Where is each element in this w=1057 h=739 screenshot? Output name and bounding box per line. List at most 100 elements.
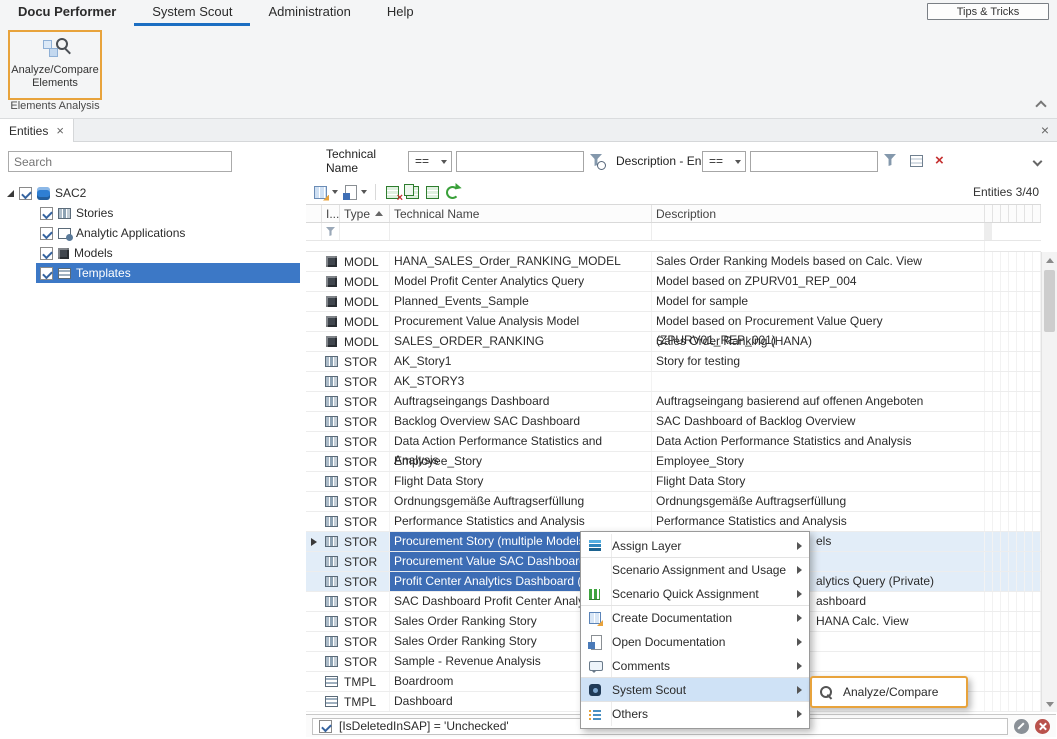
checkbox[interactable] bbox=[19, 187, 32, 200]
analyze-compare-menu-item[interactable]: Analyze/Compare bbox=[812, 680, 966, 704]
search-input[interactable] bbox=[8, 151, 232, 172]
checkbox[interactable] bbox=[40, 207, 53, 220]
empty-columns-cell bbox=[985, 392, 1041, 411]
vertical-scrollbar[interactable] bbox=[1041, 252, 1057, 712]
table-row[interactable]: STOR Flight Data Story Flight Data Story bbox=[306, 472, 1041, 492]
technical-name-cell[interactable]: HANA_SALES_Order_RANKING_MODEL bbox=[390, 252, 652, 271]
menu-help[interactable]: Help bbox=[369, 0, 432, 26]
technical-name-cell[interactable]: Auftragseingangs Dashboard bbox=[390, 392, 652, 411]
column-header-technical-name[interactable]: Technical Name bbox=[390, 205, 652, 222]
technical-name-filter-input[interactable] bbox=[456, 151, 584, 172]
submenu-arrow-icon bbox=[797, 638, 802, 646]
technical-name-cell[interactable]: Planned_Events_Sample bbox=[390, 292, 652, 311]
menu-administration[interactable]: Administration bbox=[250, 0, 368, 26]
checkbox[interactable] bbox=[40, 267, 53, 280]
edit-view-icon[interactable] bbox=[312, 184, 329, 201]
menu-docu-performer[interactable]: Docu Performer bbox=[0, 0, 134, 26]
apply-filter-icon[interactable] bbox=[884, 154, 898, 168]
technical-name-cell[interactable]: Ordnungsgemäße Auftragserfüllung bbox=[390, 492, 652, 511]
tree-item[interactable]: Models bbox=[0, 243, 300, 263]
tab-close-icon[interactable] bbox=[56, 123, 64, 138]
checkbox[interactable] bbox=[40, 247, 53, 260]
edit-filter-icon[interactable] bbox=[1014, 719, 1029, 734]
clear-filter-icon[interactable] bbox=[935, 154, 949, 168]
technical-name-cell[interactable]: Procurement Value Analysis Model bbox=[390, 312, 652, 331]
tree-item[interactable]: Templates bbox=[0, 263, 300, 283]
submenu-item-label: Analyze/Compare bbox=[843, 685, 938, 699]
technical-name-cell[interactable]: Performance Statistics and Analysis bbox=[390, 512, 652, 531]
chevron-down-icon[interactable] bbox=[332, 190, 338, 194]
type-icon bbox=[325, 556, 338, 567]
table-row[interactable]: MODL SALES_ORDER_RANKING Sales Order Ran… bbox=[306, 332, 1041, 352]
table-row[interactable]: STOR Ordnungsgemäße Auftragserfüllung Or… bbox=[306, 492, 1041, 512]
tree-root-sac2[interactable]: SAC2 bbox=[0, 183, 300, 203]
scroll-down-icon[interactable] bbox=[1042, 696, 1057, 712]
description-operator-select[interactable]: == bbox=[702, 151, 746, 172]
technical-name-cell[interactable]: Data Action Performance Statistics and A… bbox=[390, 432, 652, 451]
table-row[interactable]: STOR AK_STORY3 bbox=[306, 372, 1041, 392]
table-row[interactable]: STOR AK_Story1 Story for testing bbox=[306, 352, 1041, 372]
filterbar: Technical Name == Description - En == bbox=[306, 146, 1057, 176]
chevron-down-icon bbox=[441, 160, 447, 164]
type-icon bbox=[325, 496, 338, 507]
checkbox[interactable] bbox=[40, 227, 53, 240]
tree-item[interactable]: Stories bbox=[0, 203, 300, 223]
export-table-icon[interactable] bbox=[424, 184, 441, 201]
technical-name-cell[interactable]: Model Profit Center Analytics Query bbox=[390, 272, 652, 291]
table-row[interactable]: STOR Performance Statistics and Analysis… bbox=[306, 512, 1041, 532]
table-row[interactable]: MODL Planned_Events_Sample Model for sam… bbox=[306, 292, 1041, 312]
technical-name-cell[interactable]: AK_Story1 bbox=[390, 352, 652, 371]
close-filter-icon[interactable] bbox=[1035, 719, 1050, 734]
description-cell: Model for sample bbox=[652, 292, 985, 311]
export-copy-icon[interactable] bbox=[404, 184, 421, 201]
technical-name-cell[interactable]: AK_STORY3 bbox=[390, 372, 652, 391]
ribbon: Analyze/Compare Elements Elements Analys… bbox=[0, 26, 1057, 119]
tree-item[interactable]: Analytic Applications bbox=[0, 223, 300, 243]
column-header-icon[interactable]: I... bbox=[322, 205, 340, 222]
ribbon-collapse-chevron-icon[interactable] bbox=[1035, 100, 1046, 111]
chevron-down-icon[interactable] bbox=[361, 190, 367, 194]
context-menu-item[interactable]: Scenario Quick Assignment bbox=[581, 582, 809, 606]
tips-tricks-button[interactable]: Tips & Tricks bbox=[927, 3, 1049, 20]
filter-history-icon[interactable] bbox=[590, 154, 604, 168]
tree-expander-icon[interactable] bbox=[7, 190, 14, 197]
export-close-icon[interactable] bbox=[384, 184, 401, 201]
column-header-description[interactable]: Description bbox=[652, 205, 985, 222]
technical-name-cell[interactable]: Backlog Overview SAC Dashboard bbox=[390, 412, 652, 431]
column-header-type[interactable]: Type bbox=[340, 205, 390, 222]
description-filter-input[interactable] bbox=[750, 151, 878, 172]
table-row[interactable]: MODL Procurement Value Analysis Model Mo… bbox=[306, 312, 1041, 332]
scroll-up-icon[interactable] bbox=[1042, 252, 1057, 268]
save-layout-icon[interactable] bbox=[341, 184, 358, 201]
table-row[interactable]: MODL Model Profit Center Analytics Query… bbox=[306, 272, 1041, 292]
filterbar-chevron-down-icon[interactable] bbox=[1033, 157, 1043, 167]
table-row[interactable]: STOR Data Action Performance Statistics … bbox=[306, 432, 1041, 452]
table-row[interactable]: STOR Employee_Story Employee_Story bbox=[306, 452, 1041, 472]
magnifier-icon bbox=[56, 38, 68, 50]
context-menu-item[interactable]: Assign Layer bbox=[581, 534, 809, 558]
context-menu-item[interactable]: Create Documentation bbox=[581, 606, 809, 630]
tab-entities[interactable]: Entities bbox=[0, 119, 74, 142]
filter-checkbox[interactable] bbox=[319, 720, 332, 733]
table-row[interactable]: STOR Backlog Overview SAC Dashboard SAC … bbox=[306, 412, 1041, 432]
technical-name-cell[interactable]: Employee_Story bbox=[390, 452, 652, 471]
scrollbar-thumb[interactable] bbox=[1044, 270, 1055, 332]
panel-close-icon[interactable] bbox=[1041, 122, 1049, 138]
description-cell: Sales Order Ranking Models based on Calc… bbox=[652, 252, 985, 271]
auto-filter-row[interactable] bbox=[306, 223, 1041, 241]
technical-name-operator-select[interactable]: == bbox=[408, 151, 452, 172]
context-menu-item[interactable]: Open Documentation bbox=[581, 630, 809, 654]
filter-grid-icon[interactable] bbox=[910, 155, 923, 167]
refresh-icon[interactable] bbox=[444, 184, 461, 201]
database-icon bbox=[37, 187, 50, 200]
context-menu-item[interactable]: System Scout bbox=[581, 678, 809, 702]
analyze-compare-elements-button[interactable]: Analyze/Compare Elements bbox=[8, 30, 102, 100]
table-row[interactable]: MODL HANA_SALES_Order_RANKING_MODEL Sale… bbox=[306, 252, 1041, 272]
context-menu-item[interactable]: Scenario Assignment and Usage bbox=[581, 558, 809, 582]
technical-name-cell[interactable]: SALES_ORDER_RANKING bbox=[390, 332, 652, 351]
context-menu-item[interactable]: Comments bbox=[581, 654, 809, 678]
technical-name-cell[interactable]: Flight Data Story bbox=[390, 472, 652, 491]
menu-system-scout[interactable]: System Scout bbox=[134, 0, 250, 26]
context-menu-item[interactable]: Others bbox=[581, 702, 809, 726]
table-row[interactable]: STOR Auftragseingangs Dashboard Auftrags… bbox=[306, 392, 1041, 412]
